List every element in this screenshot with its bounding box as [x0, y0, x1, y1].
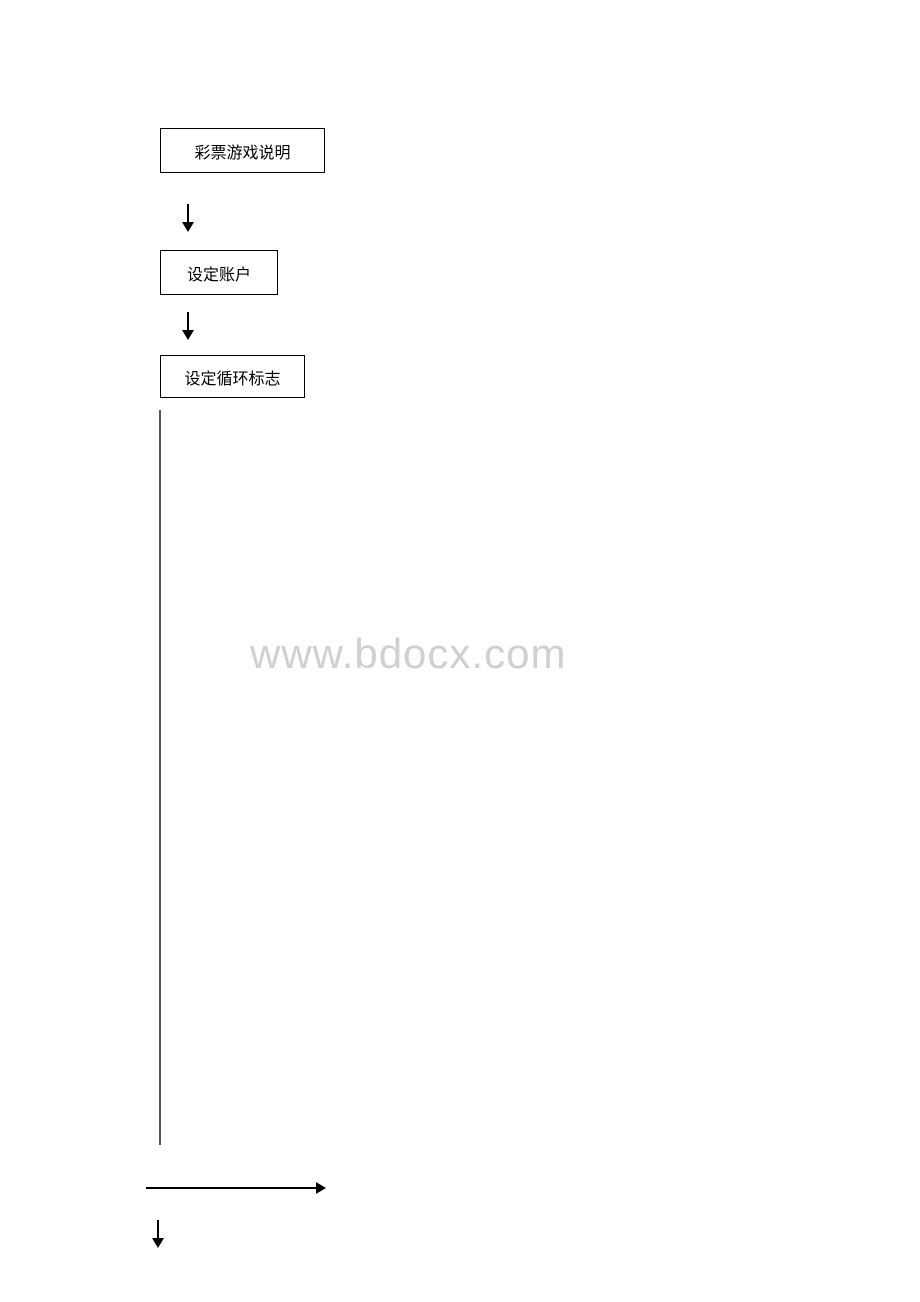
watermark-text: www.bdocx.com — [250, 630, 566, 678]
flowchart-step-label: 设定循环标志 — [184, 365, 280, 389]
vertical-connector-line — [159, 410, 161, 1145]
flowchart-step-label: 彩票游戏说明 — [194, 139, 290, 163]
flowchart-step-set-loop-flag: 设定循环标志 — [160, 355, 305, 398]
arrow-right-icon — [146, 1182, 326, 1194]
flowchart-step-label: 设定账户 — [187, 261, 251, 285]
flowchart-step-lottery-game-description: 彩票游戏说明 — [160, 128, 325, 173]
arrow-down-icon — [152, 1220, 164, 1248]
arrow-down-icon — [182, 204, 194, 232]
flowchart-step-set-account: 设定账户 — [160, 250, 278, 295]
arrow-down-icon — [182, 312, 194, 340]
